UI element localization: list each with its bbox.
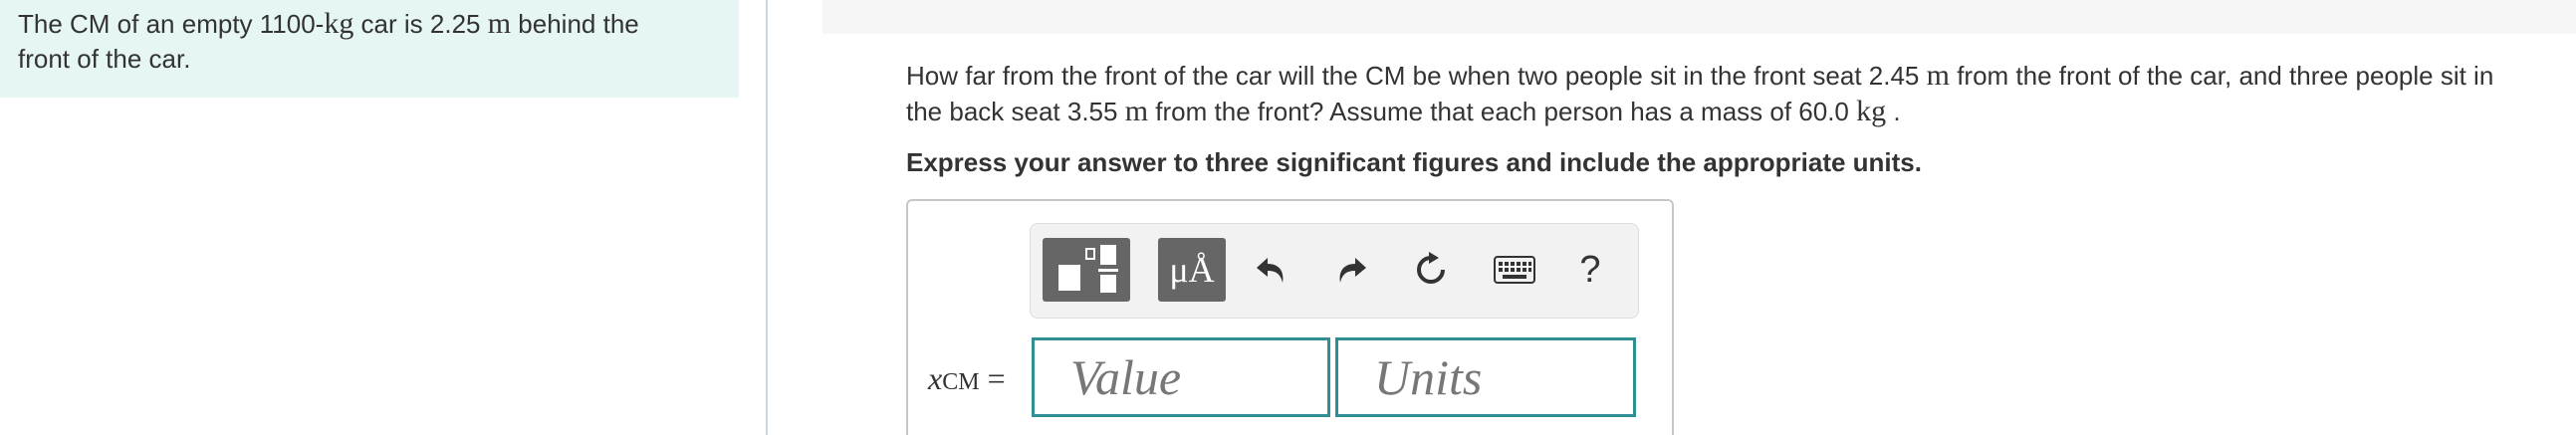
equals-sign: = <box>979 360 1006 396</box>
help-button[interactable]: ? <box>1560 238 1620 302</box>
keyboard-icon <box>1494 256 1535 284</box>
templates-icon <box>1058 245 1118 293</box>
question-line-1: How far from the front of the car will t… <box>906 58 2576 94</box>
undo-button[interactable] <box>1242 238 1301 302</box>
intro-unit-kg: kg <box>324 7 354 40</box>
answer-instruction: Express your answer to three significant… <box>906 147 1922 177</box>
templates-button[interactable] <box>1043 238 1130 302</box>
intro-text-line2: front of the car. <box>18 44 191 74</box>
intro-text-1: The CM of an empty 1100- <box>18 9 325 39</box>
intro-text-2: car is 2.25 <box>353 9 488 39</box>
symbols-button[interactable]: μÅ <box>1158 238 1226 302</box>
variable-subscript: CM <box>942 369 980 395</box>
intro-panel: The CM of an empty 1100-kg car is 2.25 m… <box>0 0 739 98</box>
math-toolbar: μÅ ? <box>1030 223 1639 319</box>
variable-label: xCM = <box>928 360 1006 397</box>
redo-icon <box>1339 258 1366 283</box>
variable-symbol: x <box>928 360 943 396</box>
column-divider <box>766 0 768 435</box>
question-line-2: the back seat 3.55 m from the front? Ass… <box>906 94 2576 129</box>
question-unit: kg <box>1856 95 1887 127</box>
reset-button[interactable] <box>1401 238 1461 302</box>
top-bar <box>822 0 2576 34</box>
question-unit: m <box>1926 59 1950 92</box>
question-part: the back seat 3.55 <box>906 97 1125 126</box>
question-part: . <box>1886 97 1901 126</box>
question-part: from the front? Assume that each person … <box>1148 97 1857 126</box>
intro-text-3: behind the <box>511 9 639 39</box>
question-part: How far from the front of the car will t… <box>906 61 1927 91</box>
question-text: How far from the front of the car will t… <box>906 58 2576 129</box>
units-input[interactable] <box>1335 337 1636 417</box>
reset-icon <box>1417 252 1445 284</box>
value-input[interactable] <box>1032 337 1330 417</box>
question-part: from the front of the car, and three peo… <box>1949 61 2494 91</box>
redo-button[interactable] <box>1321 238 1381 302</box>
keyboard-button[interactable] <box>1485 238 1544 302</box>
intro-unit-m: m <box>487 7 512 40</box>
question-unit: m <box>1124 95 1149 127</box>
page: The CM of an empty 1100-kg car is 2.25 m… <box>0 0 2576 435</box>
undo-icon <box>1257 258 1284 283</box>
